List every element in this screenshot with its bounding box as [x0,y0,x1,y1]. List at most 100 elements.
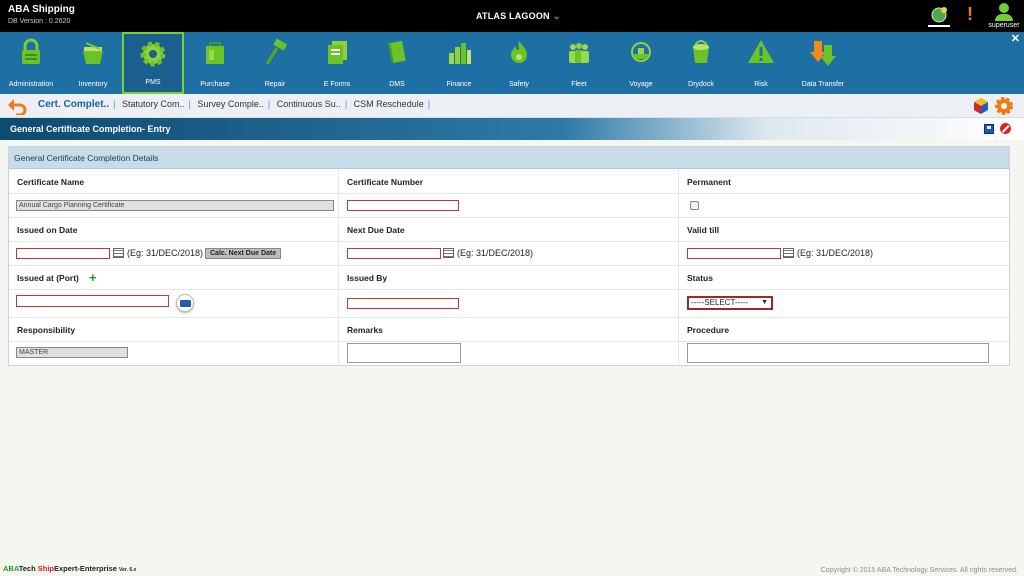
next-due-label: Next Due Date [347,225,405,235]
vessel-name: ATLAS LAGOON [476,11,550,21]
vessel-selector[interactable]: ATLAS LAGOON ⌄ [476,11,560,22]
certificate-number-label: Certificate Number [347,177,424,187]
calendar-icon[interactable] [783,248,794,258]
issued-at-port-label: Issued at (Port) [17,273,79,283]
module-data-transfer[interactable]: Data Transfer [792,32,854,94]
tab-cert-completion[interactable]: Cert. Complet.. [34,99,113,110]
panel-title: General Certificate Completion Details [9,147,1009,169]
tab-statutory-completion[interactable]: Statutory Com.. [118,99,189,109]
chevron-down-icon: ⌄ [552,11,561,21]
module-voyage[interactable]: Voyage [610,32,672,94]
issued-by-label: Issued By [347,273,388,283]
tab-csm-reschedule[interactable]: CSM Reschedule [350,99,428,109]
sub-navigation: Cert. Complet.. | Statutory Com.. | Survey… [0,94,1024,118]
shopping-bag-icon [200,37,230,67]
cancel-icon[interactable] [1000,123,1011,134]
warning-icon [746,37,776,67]
folder-icon[interactable] [176,294,194,312]
app-name: ABA Shipping [8,4,75,15]
details-panel: General Certificate Completion Details C… [8,146,1010,366]
bar-chart-icon [444,37,474,67]
forms-icon [322,37,352,67]
responsibility-label: Responsibility [17,325,76,335]
copyright-text: Copyright © 2015 ABA Technology Services… [820,567,1018,574]
tab-survey-completion[interactable]: Survey Comple.. [193,99,268,109]
book-icon [382,37,412,67]
certificate-name-label: Certificate Name [17,177,85,187]
globe-icon[interactable] [928,5,950,27]
module-finance[interactable]: Finance [428,32,490,94]
form-row: -----SELECT----- ▼ [9,290,1009,318]
next-due-date-field[interactable] [347,248,441,259]
status-selected-value: -----SELECT----- [691,298,749,307]
remarks-field[interactable] [347,343,461,363]
close-icon[interactable]: ✕ [1011,32,1020,45]
module-safety[interactable]: Safety [488,32,550,94]
ship-icon [626,37,656,67]
certificate-name-field: Annual Cargo Planning Certificate [16,200,334,211]
form-row: (Eg: 31/DEC/2018) Calc. Next Due Date (E… [9,242,1009,266]
tab-list: Cert. Complet.. | Statutory Com.. | Survey… [34,99,430,110]
module-administration[interactable]: Administration [0,32,62,94]
calendar-icon[interactable] [113,248,124,258]
permanent-label: Permanent [687,177,731,187]
top-bar: ABA Shipping DB Version : 0.2620 ATLAS L… [0,0,1024,32]
form-row: Annual Cargo Planning Certificate [9,194,1009,218]
form-row: MASTER [9,342,1009,366]
gear-icon [138,39,168,69]
user-avatar-icon [999,3,1009,13]
add-port-icon[interactable]: + [89,271,97,284]
settings-gear-icon[interactable] [994,96,1014,116]
subnav-tools [971,96,1014,118]
procedure-label: Procedure [687,325,730,335]
remarks-label: Remarks [347,325,383,335]
module-bar: Administration Inventory PMS Purchase Re… [0,32,1024,94]
form-row: Certificate Name Certificate Number Perm… [9,170,1009,194]
date-format-hint: (Eg: 31/DEC/2018) [797,248,874,258]
hammer-icon [260,37,290,67]
alert-icon[interactable]: ! [964,4,976,26]
save-icon[interactable] [984,124,994,134]
valid-till-date-field[interactable] [687,248,781,259]
date-format-hint: (Eg: 31/DEC/2018) [127,248,204,258]
module-dms[interactable]: DMS [366,32,428,94]
lock-icon [16,37,46,67]
status-select[interactable]: -----SELECT----- ▼ [687,296,773,310]
paint-bucket-icon [686,37,716,67]
module-e-forms[interactable]: E Forms [306,32,368,94]
status-label: Status [687,273,713,283]
date-format-hint: (Eg: 31/DEC/2018) [457,248,534,258]
tab-continuous-survey[interactable]: Continuous Su.. [273,99,345,109]
db-version: DB Version : 0.2620 [8,18,71,25]
issued-on-date-field[interactable] [16,248,110,259]
back-arrow-icon[interactable] [7,97,27,117]
brand: ABA Shipping DB Version : 0.2620 [8,4,75,25]
module-repair[interactable]: Repair [244,32,306,94]
flame-icon [504,37,534,67]
issued-at-port-field[interactable] [16,295,169,307]
people-icon [564,37,594,67]
dropdown-arrow-icon: ▼ [761,299,768,306]
module-drydock[interactable]: Drydock [670,32,732,94]
module-inventory[interactable]: Inventory [62,32,124,94]
footer-logo: ABATech ShipExpert-Enterprise Ver. 6.x [3,564,137,573]
page-title: General Certificate Completion- Entry [10,124,171,134]
basket-icon [78,37,108,67]
calc-next-due-date-button[interactable]: Calc. Next Due Date [205,248,282,259]
form-row: Issued at (Port) + Issued By Status [9,266,1009,290]
module-pms[interactable]: PMS [122,32,184,94]
module-fleet[interactable]: Fleet [548,32,610,94]
module-risk[interactable]: Risk [730,32,792,94]
username: superuser [988,22,1020,29]
color-cube-icon[interactable] [971,96,991,116]
transfer-arrow-icon [808,37,838,67]
section-header: General Certificate Completion- Entry [0,118,1024,140]
calendar-icon[interactable] [443,248,454,258]
responsibility-field: MASTER [16,347,128,358]
permanent-checkbox[interactable] [690,201,699,210]
procedure-field[interactable] [687,343,989,363]
module-purchase[interactable]: Purchase [184,32,246,94]
user-menu[interactable]: superuser [986,3,1022,31]
issued-by-field[interactable] [347,298,459,309]
certificate-number-field[interactable] [347,200,459,211]
